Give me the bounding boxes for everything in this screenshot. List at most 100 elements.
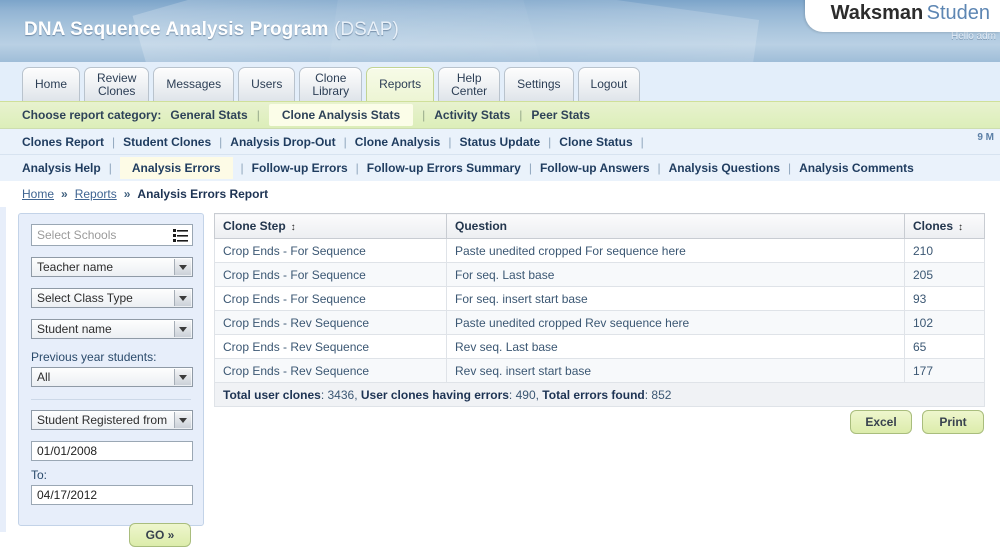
separator: | [788, 161, 792, 175]
category-activity-stats[interactable]: Activity Stats [434, 108, 510, 122]
column-header-clone-step[interactable]: Clone Step ↕ [214, 213, 447, 239]
app-title-bold: DNA Sequence Analysis Program [24, 19, 329, 40]
breadcrumb-reports[interactable]: Reports [75, 187, 117, 201]
separator: | [657, 161, 661, 175]
report-category-bar: Choose report category: General Stats | … [0, 102, 1000, 129]
excel-button[interactable]: Excel [850, 410, 912, 434]
previous-year-students-value: All [37, 370, 51, 384]
left-rail [0, 207, 6, 532]
registration-range-select[interactable]: Student Registered from [31, 410, 193, 430]
cell-clones: 177 [904, 358, 985, 383]
tab-help-center[interactable]: Help Center [438, 67, 501, 101]
separator: | [448, 134, 452, 149]
totals-summary: Total user clones: 3436, User clones hav… [214, 382, 985, 407]
header-date: 9 M [977, 132, 994, 143]
tab-settings[interactable]: Settings [504, 67, 574, 101]
sort-icon[interactable]: ↕ [291, 222, 296, 233]
subnav-analysis-questions[interactable]: Analysis Questions [669, 161, 780, 175]
export-button-row: Excel Print [850, 410, 984, 434]
cell-clone-step: Crop Ends - Rev Sequence [214, 334, 447, 359]
breadcrumb-separator: » [61, 187, 68, 201]
class-type-select[interactable]: Select Class Type [31, 288, 193, 308]
cell-question: Rev seq. Last base [446, 334, 905, 359]
breadcrumb: Home » Reports » Analysis Errors Report [0, 181, 1000, 207]
category-general-stats[interactable]: General Stats [170, 108, 247, 122]
column-header-question[interactable]: Question [446, 213, 905, 239]
table-row[interactable]: Crop Ends - Rev Sequence Rev seq. insert… [214, 358, 985, 383]
print-button[interactable]: Print [922, 410, 984, 434]
separator: | [108, 161, 112, 175]
cell-question: Rev seq. insert start base [446, 358, 905, 383]
previous-year-students-select[interactable]: All [31, 367, 193, 387]
breadcrumb-home[interactable]: Home [22, 187, 54, 201]
date-to-input[interactable]: 04/17/2012 [31, 485, 193, 505]
cell-clones: 102 [904, 310, 985, 335]
subnav-follow-up-errors[interactable]: Follow-up Errors [252, 161, 348, 175]
table-row[interactable]: Crop Ends - Rev Sequence Paste unedited … [214, 310, 985, 335]
column-header-clone-step-label: Clone Step [223, 219, 286, 233]
category-peer-stats[interactable]: Peer Stats [531, 108, 590, 122]
subnav-analysis-drop-out[interactable]: Analysis Drop-Out [230, 135, 335, 149]
app-header: DNA Sequence Analysis Program (DSAP) Wak… [0, 0, 1000, 62]
filter-divider [31, 399, 191, 400]
column-header-clones[interactable]: Clones ↕ [904, 213, 985, 239]
subnav-status-update[interactable]: Status Update [459, 135, 540, 149]
cell-clone-step: Crop Ends - Rev Sequence [214, 310, 447, 335]
table-row[interactable]: Crop Ends - Rev Sequence Rev seq. Last b… [214, 334, 985, 359]
select-schools-input[interactable]: Select Schools [31, 224, 193, 246]
chevron-down-icon[interactable] [174, 321, 191, 337]
analysis-errors-table: Clone Step ↕ Question Clones ↕ Crop Ends -… [214, 213, 985, 407]
list-picker-icon[interactable] [173, 228, 188, 243]
separator: | [355, 161, 359, 175]
page-title: DNA Sequence Analysis Program (DSAP) [24, 19, 399, 41]
cell-clone-step: Crop Ends - Rev Sequence [214, 358, 447, 383]
subnav-analysis-help[interactable]: Analysis Help [22, 161, 101, 175]
table-row[interactable]: Crop Ends - For Sequence For seq. insert… [214, 286, 985, 311]
column-header-question-label: Question [455, 219, 508, 233]
date-from-value: 01/01/2008 [37, 444, 98, 458]
table-totals-row: Total user clones: 3436, User clones hav… [214, 382, 985, 407]
cell-question: For seq. Last base [446, 262, 905, 287]
separator: | [256, 108, 260, 122]
tab-review-clones[interactable]: Review Clones [84, 67, 150, 101]
cell-question: Paste unedited cropped For sequence here [446, 238, 905, 263]
tab-home[interactable]: Home [22, 67, 81, 101]
subnav-analysis-errors[interactable]: Analysis Errors [119, 157, 233, 179]
tab-messages[interactable]: Messages [153, 67, 235, 101]
subnav-follow-up-answers[interactable]: Follow-up Answers [540, 161, 650, 175]
separator: | [240, 161, 244, 175]
chevron-down-icon[interactable] [174, 290, 191, 306]
table-row[interactable]: Crop Ends - For Sequence For seq. Last b… [214, 262, 985, 287]
chevron-down-icon[interactable] [174, 412, 191, 428]
cell-clone-step: Crop Ends - For Sequence [214, 286, 447, 311]
table-row[interactable]: Crop Ends - For Sequence Paste unedited … [214, 238, 985, 263]
student-name-value: Student name [37, 322, 112, 336]
main-tab-bar: 9 M Home Review Clones Messages Users Cl… [0, 62, 1000, 143]
chevron-down-icon[interactable] [174, 369, 191, 385]
brand-name-light: Studen [926, 2, 990, 24]
sort-icon[interactable]: ↕ [958, 222, 963, 233]
tab-reports[interactable]: Reports [366, 67, 435, 101]
subnav-follow-up-errors-summary[interactable]: Follow-up Errors Summary [367, 161, 521, 175]
teacher-name-select[interactable]: Teacher name [31, 257, 193, 277]
totals-label-user-clones: Total user clones [223, 387, 321, 402]
subnav-row-primary: Clones Report | Student Clones | Analysi… [0, 129, 1000, 155]
subnav-student-clones[interactable]: Student Clones [123, 135, 211, 149]
tab-clone-library[interactable]: Clone Library [299, 67, 363, 101]
category-clone-analysis-stats[interactable]: Clone Analysis Stats [268, 104, 414, 126]
date-from-input[interactable]: 01/01/2008 [31, 441, 193, 461]
separator: | [548, 134, 552, 149]
tab-users[interactable]: Users [238, 67, 296, 101]
chevron-down-icon[interactable] [174, 259, 191, 275]
cell-clones: 65 [904, 334, 985, 359]
subnav-clone-status[interactable]: Clone Status [559, 135, 632, 149]
totals-label-clones-with-errors: User clones having errors [360, 387, 509, 402]
subnav-clones-report[interactable]: Clones Report [22, 135, 104, 149]
subnav-analysis-comments[interactable]: Analysis Comments [799, 161, 914, 175]
student-name-select[interactable]: Student name [31, 319, 193, 339]
subnav-clone-analysis[interactable]: Clone Analysis [355, 135, 441, 149]
tab-logout[interactable]: Logout [577, 67, 641, 101]
subnav-row-secondary: Analysis Help | Analysis Errors | Follow… [0, 155, 1000, 181]
go-button[interactable]: GO » [129, 523, 191, 547]
previous-year-students-label: Previous year students: [31, 350, 157, 364]
